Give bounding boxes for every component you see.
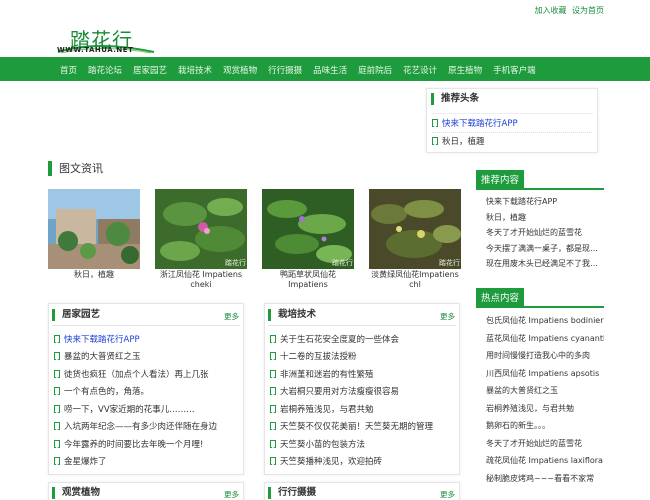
nav-cultivation[interactable]: 栽培技术 <box>178 64 212 76</box>
add-favorite-link[interactable]: 加入收藏 <box>534 6 566 15</box>
list-item[interactable]: 关于生石花安全度夏的一些体会 <box>270 330 456 348</box>
side-hot-item[interactable]: 岩桐养殖浅见，与君共勉 <box>486 400 604 418</box>
bookmark-icon <box>270 422 276 431</box>
side-recommend-item[interactable]: 今天摆了满满一桌子，都是现… <box>486 241 604 257</box>
home-garden-box: 居家园艺 更多 快来下载踏花行APP 暴盆的大普贤红之玉 徒货也疯狂（加点个人看… <box>48 303 244 475</box>
recommend-top-title: 推荐头条 <box>431 93 479 105</box>
side-hot-item[interactable]: 疏花凤仙花 Impatiens laxiflora <box>486 452 604 470</box>
bookmark-icon <box>54 422 60 431</box>
nav-forum[interactable]: 踏花论坛 <box>88 64 122 76</box>
recommend-top-box: 推荐头条 快来下载踏花行APP 秋日，植趣 <box>426 88 598 153</box>
list-item[interactable]: 一个有点色的，角落。 <box>54 383 240 401</box>
list-item[interactable]: 大岩桐只要用对方法瘦瘦很容易 <box>270 383 456 401</box>
list-item[interactable]: 徒货也疯狂（加点个人看法）再上几张 <box>54 365 240 383</box>
side-recommend-title: 推荐内容 <box>476 170 525 188</box>
ornamental-more-link[interactable]: 更多 <box>224 489 239 500</box>
side-hot-item[interactable]: 冬天了才开始灿烂的蓝雪花 <box>486 435 604 453</box>
gallery-image-impatiens-commelinoides[interactable]: 踏花行 <box>262 189 354 269</box>
list-item[interactable]: 岩桐养殖浅见，与君共勉 <box>270 400 456 418</box>
nav-home[interactable]: 首页 <box>60 64 77 76</box>
list-item[interactable]: 十二卷的互拔法授粉 <box>270 348 456 366</box>
bookmark-icon <box>432 137 438 146</box>
nav-home-garden[interactable]: 居家园艺 <box>133 64 167 76</box>
list-item[interactable]: 秋日，植趣 <box>432 133 592 151</box>
cultivation-title: 栽培技术 <box>268 309 316 321</box>
list-item[interactable]: 金星爆炸了 <box>54 453 240 471</box>
bookmark-icon <box>54 439 60 448</box>
side-recommend: 推荐内容 快来下载踏花行APP 秋日，植趣 冬天了才开始灿烂的蓝雪花 今天摆了满… <box>476 170 604 272</box>
home-garden-more-link[interactable]: 更多 <box>224 311 239 322</box>
bookmark-icon <box>54 352 60 361</box>
list-item[interactable]: 天竺葵播种浅见，欢迎拍砖 <box>270 453 456 471</box>
image-watermark: 踏花行 <box>439 258 460 267</box>
bookmark-icon <box>270 387 276 396</box>
side-hot-item[interactable]: 暴盆的大普贤红之玉 <box>486 382 604 400</box>
bookmark-icon <box>270 352 276 361</box>
gallery-caption[interactable]: 浙江凤仙花 Impatiens cheki <box>155 270 247 290</box>
nav-photography[interactable]: 行行摄摄 <box>268 64 302 76</box>
side-hot-item[interactable]: 包氏凤仙花 Impatiens bodinieri <box>486 312 604 330</box>
photography-more-link[interactable]: 更多 <box>440 489 455 500</box>
side-hot-item[interactable]: 秘制脆皮烤鸡~~~看看不家常 <box>486 470 604 488</box>
side-recommend-item[interactable]: 秋日，植趣 <box>486 210 604 226</box>
bookmark-icon <box>270 457 276 466</box>
logo-url: WWW.TAHUA.NET <box>57 46 134 54</box>
list-item[interactable]: 暴盆的大普贤红之玉 <box>54 348 240 366</box>
list-item[interactable]: 唠一下，VV家近期的花事儿……… <box>54 400 240 418</box>
side-hot-item[interactable]: 蓝花凤仙花 Impatiens cyanantha <box>486 330 604 348</box>
gallery-image-balcony[interactable] <box>48 189 140 269</box>
main-nav: 首页 踏花论坛 居家园艺 栽培技术 观赏植物 行行摄摄 品味生活 庭前院后 花艺… <box>0 57 650 81</box>
side-hot: 热点内容 包氏凤仙花 Impatiens bodinieri 蓝花凤仙花 Imp… <box>476 288 604 487</box>
bookmark-icon <box>270 369 276 378</box>
list-item[interactable]: 天竺葵不仅仅花美丽！天竺葵无期的管理 <box>270 418 456 436</box>
list-item[interactable]: 快来下载踏花行APP <box>432 115 592 133</box>
nav-lifestyle[interactable]: 品味生活 <box>313 64 347 76</box>
gallery-caption[interactable]: 秋日，植趣 <box>48 270 140 280</box>
side-recommend-item[interactable]: 现在用废木头已经满足不了我… <box>486 256 604 272</box>
bookmark-icon <box>54 369 60 378</box>
gallery-image-impatiens-chloroxantha[interactable]: 踏花行 <box>369 189 461 269</box>
ornamental-title: 观赏植物 <box>52 487 100 499</box>
gallery-caption[interactable]: 鸭跖草状凤仙花 Impatiens <box>262 270 354 290</box>
image-watermark: 踏花行 <box>332 258 353 267</box>
top-links: 加入收藏 设为首页 <box>531 5 604 16</box>
home-garden-title: 居家园艺 <box>52 309 100 321</box>
side-recommend-item[interactable]: 冬天了才开始灿烂的蓝雪花 <box>486 225 604 241</box>
side-hot-item[interactable]: 用时间慢慢打造我心中的多肉 <box>486 347 604 365</box>
bookmark-icon <box>270 334 276 343</box>
list-item[interactable]: 非洲堇和迷岩的有性繁殖 <box>270 365 456 383</box>
cultivation-box: 栽培技术 更多 关于生石花安全度夏的一些体会 十二卷的互拔法授粉 非洲堇和迷岩的… <box>264 303 460 475</box>
ornamental-box: 观赏植物 更多 <box>48 482 244 500</box>
side-hot-item[interactable]: 川西凤仙花 Impatiens apsotis <box>486 365 604 383</box>
nav-ornamental[interactable]: 观赏植物 <box>223 64 257 76</box>
bookmark-icon <box>432 119 438 128</box>
nav-courtyard[interactable]: 庭前院后 <box>358 64 392 76</box>
bookmark-icon <box>54 387 60 396</box>
side-recommend-item[interactable]: 快来下载踏花行APP <box>486 194 604 210</box>
gallery-caption[interactable]: 淡黄绿凤仙花Impatiens chl <box>369 270 461 290</box>
list-item[interactable]: 天竺葵小苗的包装方法 <box>270 435 456 453</box>
photography-title: 行行摄摄 <box>268 487 316 499</box>
gallery-image-impatiens-chekiangensis[interactable]: 踏花行 <box>155 189 247 269</box>
side-hot-title: 热点内容 <box>476 288 525 306</box>
side-hot-item[interactable]: 鹅卵石的新生。。。 <box>486 417 604 435</box>
gallery-title: 图文资讯 <box>48 161 103 176</box>
bookmark-icon <box>54 334 60 343</box>
bookmark-icon <box>54 457 60 466</box>
nav-native-plants[interactable]: 原生植物 <box>448 64 482 76</box>
list-item[interactable]: 今年露养的时间要比去年晚一个月哩! <box>54 435 240 453</box>
image-watermark: 踏花行 <box>225 258 246 267</box>
list-item[interactable]: 入坑两年纪念——有多少肉还伴随在身边 <box>54 418 240 436</box>
bookmark-icon <box>270 404 276 413</box>
list-item[interactable]: 快来下载踏花行APP <box>54 330 240 348</box>
set-homepage-link[interactable]: 设为首页 <box>572 6 604 15</box>
bookmark-icon <box>270 439 276 448</box>
photography-box: 行行摄摄 更多 <box>264 482 460 500</box>
nav-mobile-client[interactable]: 手机客户端 <box>493 64 536 76</box>
nav-floral-design[interactable]: 花艺设计 <box>403 64 437 76</box>
bookmark-icon <box>54 404 60 413</box>
cultivation-more-link[interactable]: 更多 <box>440 311 455 322</box>
